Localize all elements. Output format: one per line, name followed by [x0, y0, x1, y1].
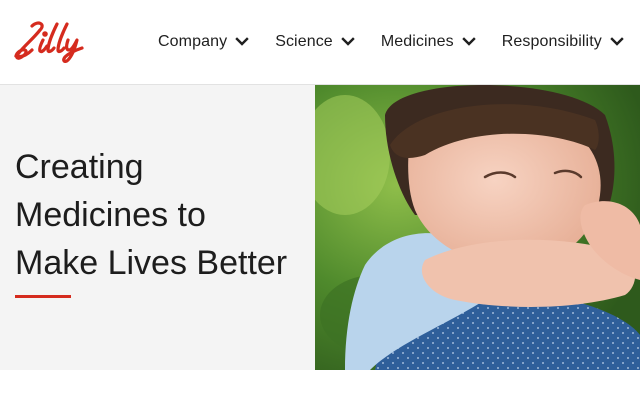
hero-title-line: Medicines to — [15, 196, 206, 234]
nav-item-label: Medicines — [380, 33, 454, 50]
lilly-logo[interactable] — [12, 18, 96, 64]
nav-item-label: Science — [275, 33, 333, 50]
chevron-down-icon — [341, 37, 355, 46]
hero-text-panel: Creating Medicines to Make Lives Better — [0, 85, 315, 370]
lilly-logo-mark — [14, 21, 84, 64]
nav-item-responsibility[interactable]: Responsibility — [502, 33, 624, 51]
nav-item-company[interactable]: Company — [158, 33, 249, 51]
chevron-down-icon — [610, 37, 624, 46]
content-area — [0, 370, 640, 407]
chevron-down-icon — [235, 37, 249, 46]
site-header: Company Science Medicines Responsibility — [0, 0, 640, 85]
main-nav: Company Science Medicines Responsibility — [158, 33, 624, 51]
nav-item-label: Company — [158, 33, 228, 50]
nav-item-label: Responsibility — [501, 33, 602, 50]
hero-title-line: Make Lives Better — [15, 244, 288, 282]
nav-item-medicines[interactable]: Medicines — [381, 33, 476, 51]
hero-title: Creating Medicines to Make Lives Better — [15, 143, 310, 287]
hero-photo-illustration — [315, 85, 640, 370]
nav-item-science[interactable]: Science — [275, 33, 355, 51]
hero-banner: Creating Medicines to Make Lives Better — [0, 85, 640, 370]
chevron-down-icon — [462, 37, 476, 46]
hero-title-line: Creating — [15, 148, 144, 186]
hero-photo — [315, 85, 640, 370]
title-accent-line — [15, 295, 71, 298]
